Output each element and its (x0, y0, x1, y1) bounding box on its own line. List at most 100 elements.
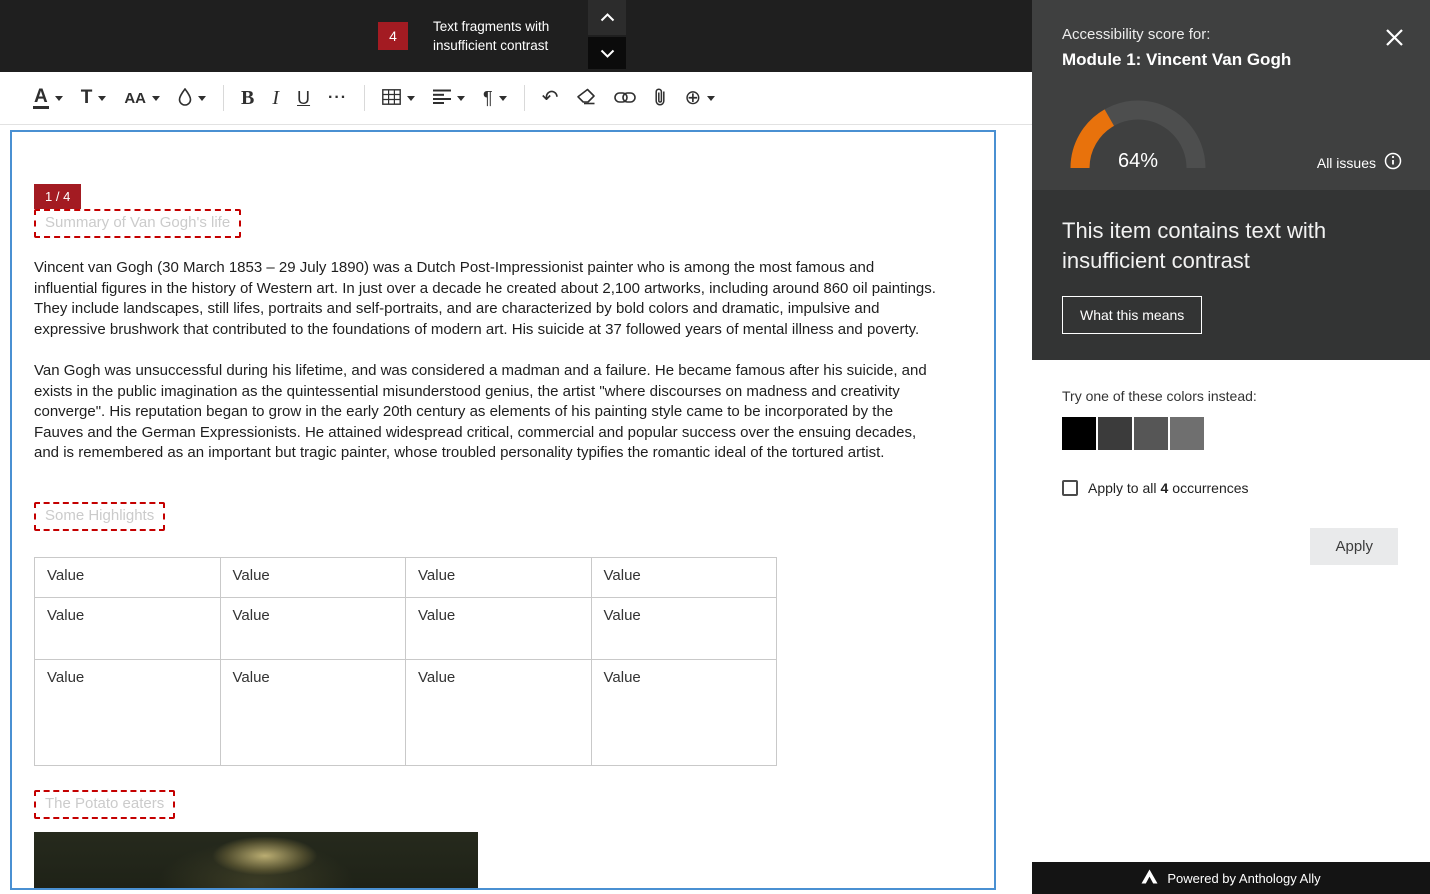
editor-toolbar: A T AA B I U ··· (0, 72, 1032, 125)
chevron-down-icon (499, 96, 507, 101)
underline-icon: U (297, 88, 310, 109)
text-style-icon: T (81, 87, 93, 109)
apply-to-all-count: 4 (1160, 480, 1168, 496)
flagged-heading-potato-eaters[interactable]: The Potato eaters (34, 790, 175, 819)
color-swatch-1[interactable] (1062, 417, 1096, 450)
eraser-icon (576, 88, 596, 108)
module-title: Module 1: Vincent Van Gogh (1062, 50, 1400, 70)
italic-button[interactable]: I (263, 80, 288, 116)
pilcrow-icon: ¶ (483, 88, 493, 109)
font-size-icon: AA (124, 90, 146, 107)
footer-label: Powered by Anthology Ally (1167, 871, 1320, 886)
more-formatting-button[interactable]: ··· (319, 80, 356, 116)
issue-navigator-bar: 4 Text fragments with insufficient contr… (0, 0, 1032, 72)
toolbar-separator (524, 85, 525, 111)
issue-position-badge: 1 / 4 (34, 184, 81, 209)
potato-eaters-image[interactable] (34, 832, 478, 891)
ally-accessibility-panel: Accessibility score for: Module 1: Vince… (1032, 0, 1430, 894)
table-cell[interactable]: Value (220, 557, 406, 597)
apply-to-all-label: Apply to all (1088, 480, 1156, 496)
apply-button[interactable]: Apply (1310, 528, 1398, 565)
bold-button[interactable]: B (232, 80, 263, 116)
table-button[interactable] (373, 80, 424, 116)
plus-circle-icon: ⊕ (684, 88, 701, 108)
text-style-button[interactable]: T (72, 80, 116, 116)
font-size-button[interactable]: AA (115, 80, 169, 116)
all-issues-toggle[interactable]: All issues (1317, 152, 1402, 173)
next-issue-button[interactable] (588, 37, 626, 69)
paperclip-icon (654, 87, 666, 110)
content-table[interactable]: Value Value Value Value Value Value Valu… (34, 557, 777, 766)
issue-count-badge: 4 (378, 22, 408, 50)
ellipsis-icon: ··· (328, 89, 347, 107)
undo-button[interactable]: ↶ (533, 80, 568, 116)
chevron-down-icon (457, 96, 465, 101)
apply-to-all-suffix: occurrences (1172, 480, 1248, 496)
table-row: Value Value Value Value (35, 597, 777, 659)
what-this-means-button[interactable]: What this means (1062, 296, 1202, 334)
attachment-button[interactable] (645, 80, 675, 116)
table-cell[interactable]: Value (35, 597, 221, 659)
apply-to-all-checkbox[interactable] (1062, 480, 1078, 496)
paragraph-van-gogh-legacy[interactable]: Van Gogh was unsuccessful during his lif… (34, 361, 940, 464)
text-color-icon: A (33, 87, 49, 110)
table-cell[interactable]: Value (35, 557, 221, 597)
paint-drop-icon (178, 88, 192, 109)
chevron-down-icon (600, 46, 615, 61)
apply-to-all-row: Apply to all 4 occurrences (1062, 480, 1400, 496)
table-cell[interactable]: Value (591, 557, 777, 597)
bold-icon: B (241, 87, 254, 110)
italic-icon: I (272, 87, 279, 110)
previous-issue-button[interactable] (588, 0, 626, 35)
table-cell[interactable]: Value (406, 659, 592, 765)
info-icon[interactable] (1384, 152, 1402, 173)
chevron-down-icon (152, 96, 160, 101)
color-swatch-4[interactable] (1170, 417, 1204, 450)
highlight-color-button[interactable] (169, 80, 215, 116)
issue-message-section: This item contains text with insufficien… (1032, 190, 1430, 360)
chevron-up-icon (600, 10, 615, 25)
color-suggestion-prompt: Try one of these colors instead: (1062, 388, 1400, 404)
close-icon (1385, 35, 1404, 50)
table-cell[interactable]: Value (220, 659, 406, 765)
link-icon (614, 91, 636, 106)
all-issues-label: All issues (1317, 155, 1376, 171)
table-cell[interactable]: Value (591, 659, 777, 765)
align-left-icon (433, 89, 451, 107)
color-swatches (1062, 417, 1400, 450)
toolbar-separator (223, 85, 224, 111)
flagged-heading-summary[interactable]: Summary of Van Gogh's life (34, 209, 241, 238)
chevron-down-icon (98, 96, 106, 101)
alignment-button[interactable] (424, 80, 474, 116)
paragraph-van-gogh-intro[interactable]: Vincent van Gogh (30 March 1853 – 29 Jul… (34, 258, 940, 340)
table-cell[interactable]: Value (35, 659, 221, 765)
anthology-logo-icon (1141, 869, 1158, 887)
table-cell[interactable]: Value (406, 597, 592, 659)
table-cell[interactable]: Value (406, 557, 592, 597)
score-for-label: Accessibility score for: (1062, 26, 1400, 43)
text-color-button[interactable]: A (24, 80, 72, 116)
chevron-down-icon (55, 96, 63, 101)
chevron-down-icon (407, 96, 415, 101)
table-cell[interactable]: Value (591, 597, 777, 659)
flagged-heading-highlights[interactable]: Some Highlights (34, 502, 165, 531)
table-row: Value Value Value Value (35, 557, 777, 597)
close-button[interactable] (1385, 28, 1404, 50)
table-icon (382, 89, 401, 108)
toolbar-separator (364, 85, 365, 111)
paragraph-style-button[interactable]: ¶ (474, 80, 516, 116)
remediation-section: Try one of these colors instead: Apply t… (1032, 360, 1430, 862)
score-gauge-row: 64% All issues (1032, 78, 1430, 190)
underline-button[interactable]: U (288, 80, 319, 116)
app-window: 4 Text fragments with insufficient contr… (0, 0, 1430, 894)
color-swatch-2[interactable] (1098, 417, 1132, 450)
color-swatch-3[interactable] (1134, 417, 1168, 450)
link-button[interactable] (605, 80, 645, 116)
editor-content-area[interactable]: 1 / 4 Summary of Van Gogh's life Vincent… (10, 130, 996, 890)
table-row: Value Value Value Value (35, 659, 777, 765)
table-cell[interactable]: Value (220, 597, 406, 659)
undo-icon: ↶ (542, 88, 559, 108)
clear-formatting-button[interactable] (567, 80, 605, 116)
issue-type-label: Text fragments with insufficient contras… (433, 17, 575, 55)
insert-content-button[interactable]: ⊕ (675, 80, 724, 116)
